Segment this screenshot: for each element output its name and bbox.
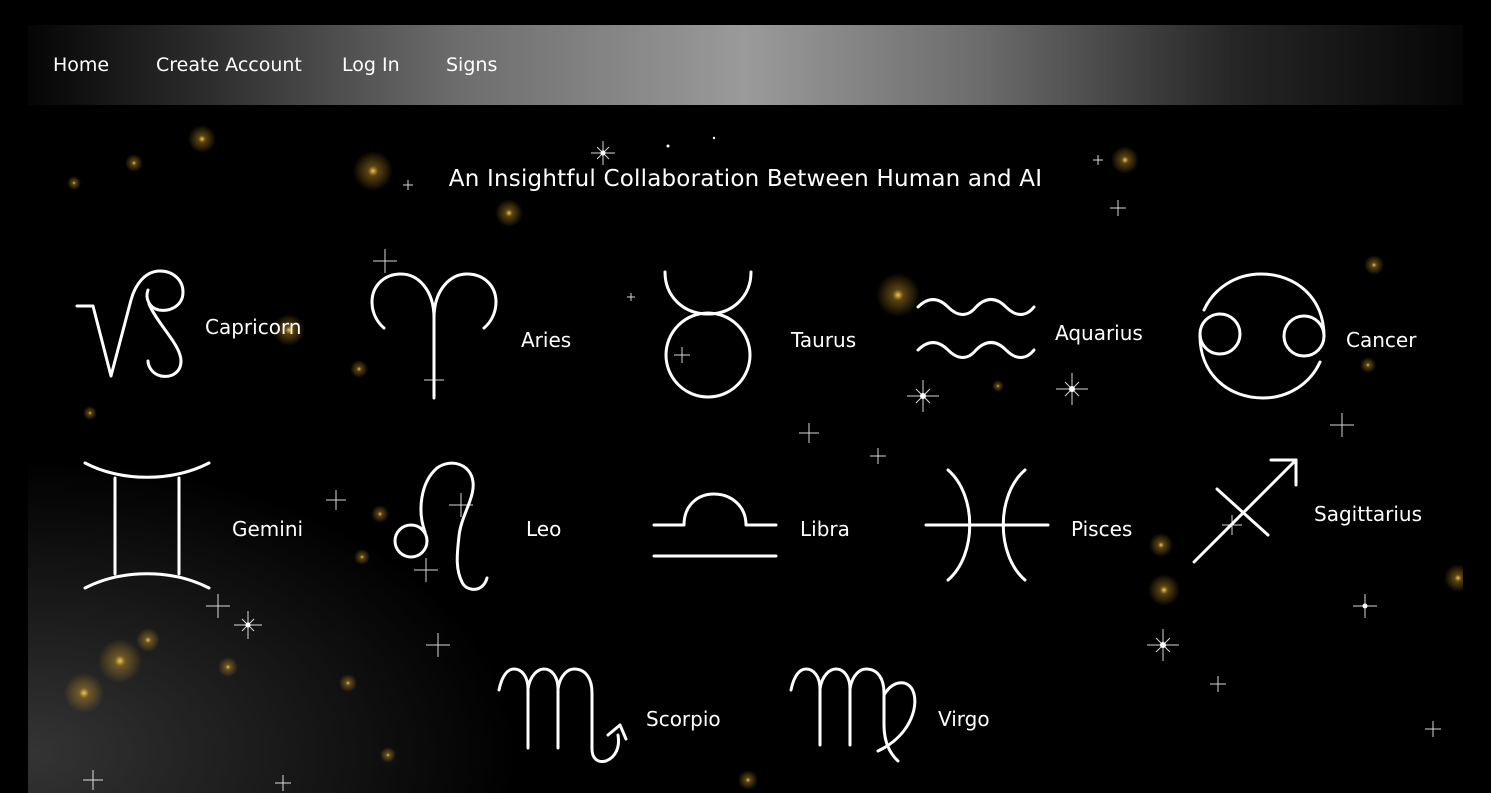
sagittarius-icon [1192,458,1298,564]
sign-libra[interactable]: Libra [651,490,891,565]
capricorn-icon [75,269,185,378]
sign-label-taurus: Taurus [791,328,857,352]
aquarius-icon [916,298,1036,359]
sign-taurus[interactable]: Taurus [661,270,901,405]
sign-scorpio[interactable]: Scorpio [496,665,736,770]
libra-icon [652,492,778,558]
sign-label-leo: Leo [526,517,562,541]
nav-create-account-link[interactable]: Create Account [156,54,302,76]
sign-label-gemini: Gemini [232,517,304,541]
aries-icon [370,272,498,400]
virgo-icon [789,667,917,763]
sign-capricorn[interactable]: Capricorn [73,265,323,385]
nav-log-in-link[interactable]: Log In [342,54,400,76]
pisces-icon [924,468,1050,582]
sign-sagittarius[interactable]: Sagittarius [1191,455,1431,570]
sign-label-cancer: Cancer [1346,328,1417,352]
nav-home-link[interactable]: Home [53,54,109,76]
sign-label-libra: Libra [800,517,850,541]
sign-virgo[interactable]: Virgo [788,665,1028,770]
taurus-icon [663,270,753,399]
sign-label-pisces: Pisces [1071,517,1133,541]
sign-label-capricorn: Capricorn [205,315,302,339]
cancer-icon [1198,272,1326,400]
top-nav-bar: Home Create Account Log In Signs [28,25,1463,105]
sign-label-aquarius: Aquarius [1055,321,1143,345]
nav-signs-link[interactable]: Signs [446,54,497,76]
sign-leo[interactable]: Leo [393,460,593,595]
sign-gemini[interactable]: Gemini [82,460,342,595]
gemini-icon [83,461,211,590]
page: Home Create Account Log In Signs An Insi… [28,0,1463,793]
sign-label-sagittarius: Sagittarius [1314,502,1423,526]
sign-cancer[interactable]: Cancer [1196,270,1436,405]
sign-label-aries: Aries [521,328,572,352]
sign-label-virgo: Virgo [938,707,990,731]
page-title: An Insightful Collaboration Between Huma… [448,166,1043,192]
sign-aries[interactable]: Aries [368,270,598,410]
leo-icon [393,461,489,591]
sign-aquarius[interactable]: Aquarius [914,295,1154,365]
scorpio-icon [497,667,628,763]
sign-pisces[interactable]: Pisces [923,465,1163,590]
sign-label-scorpio: Scorpio [646,707,721,731]
